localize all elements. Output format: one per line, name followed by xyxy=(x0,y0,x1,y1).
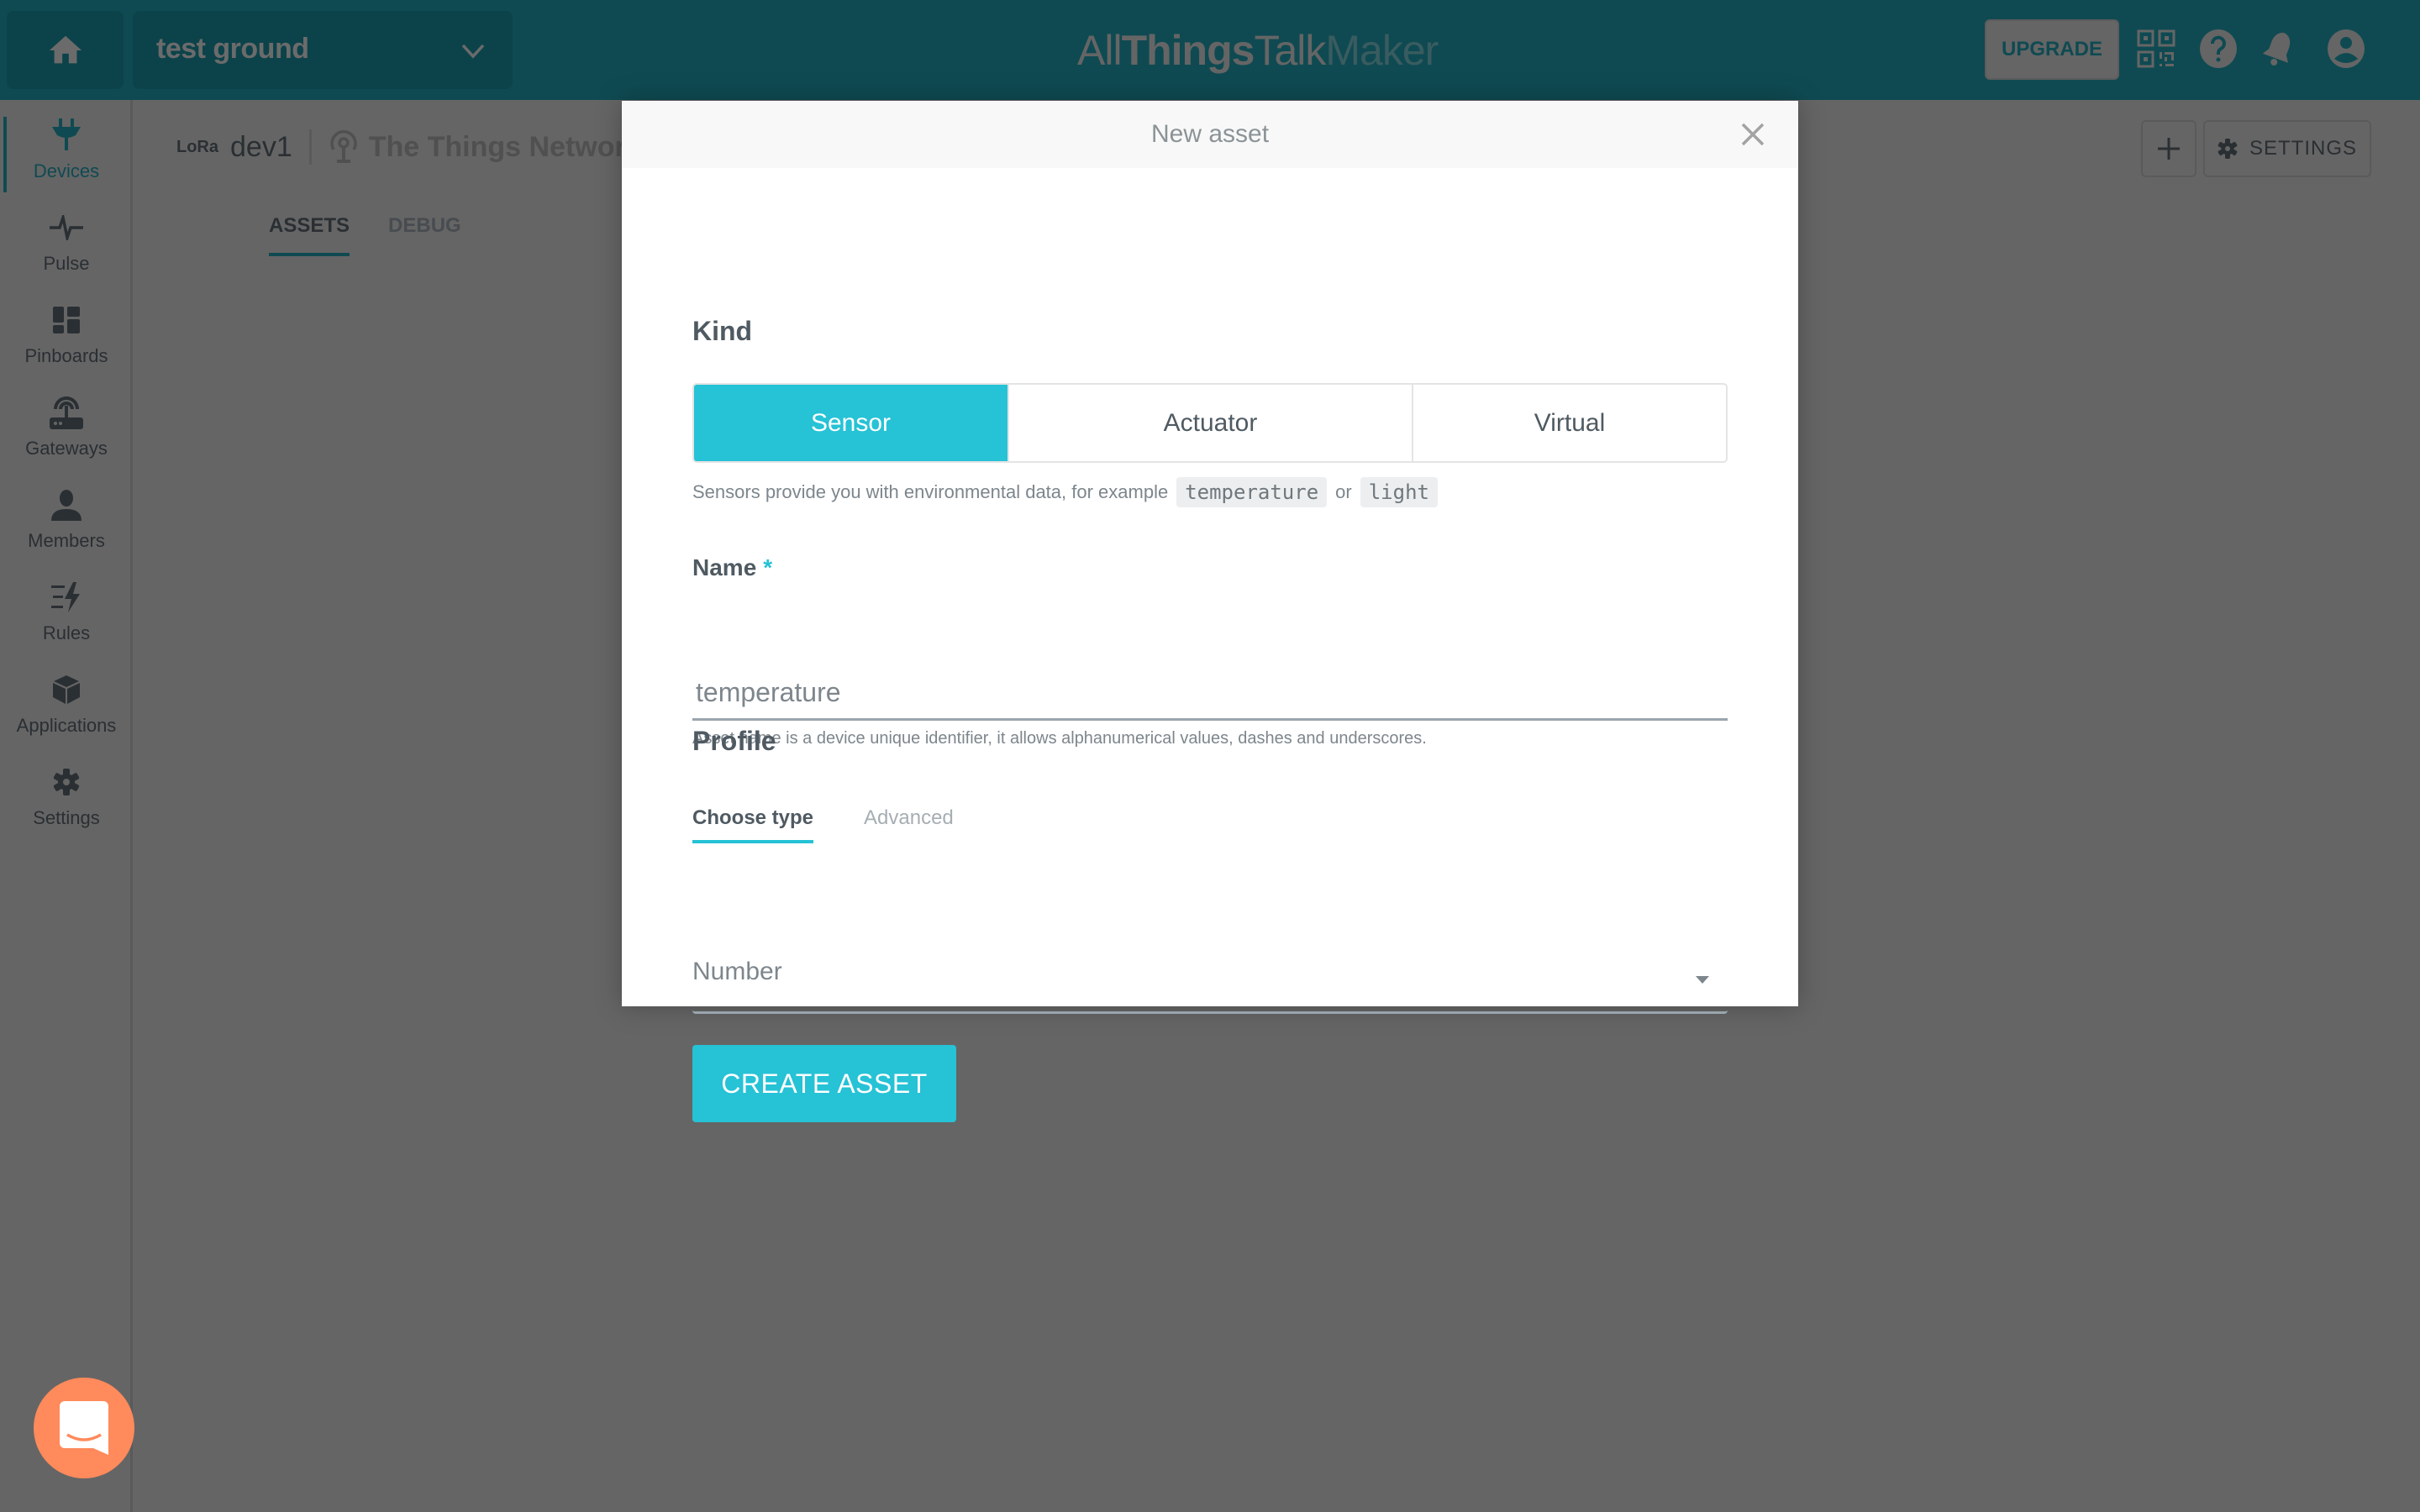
required-indicator: * xyxy=(763,554,773,580)
sidebar-item-label: Pinboards xyxy=(24,345,108,366)
tab-assets[interactable]: ASSETS xyxy=(269,214,350,256)
gear-icon xyxy=(53,769,80,795)
logo-part-maker: Maker xyxy=(1325,27,1439,74)
dialog-header: New asset xyxy=(622,101,1798,168)
dashboard-icon xyxy=(53,307,80,333)
bell-icon[interactable] xyxy=(2259,29,2299,69)
workspace-name: test ground xyxy=(156,33,309,65)
tab-choose-type[interactable]: Choose type xyxy=(692,806,814,843)
kind-helper-or: or xyxy=(1335,481,1352,502)
rules-bolt-icon xyxy=(51,582,80,612)
caret-down-icon xyxy=(1696,976,1709,984)
help-icon[interactable] xyxy=(2198,29,2238,69)
logo-part-all: All xyxy=(1077,27,1123,74)
kind-option-virtual[interactable]: Virtual xyxy=(1412,385,1726,461)
name-helper-text: Asset name is a device unique identifier… xyxy=(692,729,1427,748)
home-button[interactable] xyxy=(7,11,124,89)
sidebar-item-label: Rules xyxy=(42,622,91,643)
profile-type-select[interactable]: Number xyxy=(692,939,1728,1014)
add-button[interactable] xyxy=(2141,120,2196,177)
chevron-down-icon xyxy=(461,44,485,59)
sidebar-item-settings[interactable]: Settings xyxy=(0,755,133,839)
sidebar-item-devices[interactable]: Devices xyxy=(0,108,133,192)
header-divider xyxy=(308,129,312,165)
sidebar-item-label: Pulse xyxy=(43,253,90,274)
sidebar-item-label: Gateways xyxy=(25,438,108,459)
device-tabs: ASSETS DEBUG xyxy=(269,214,461,256)
plug-icon xyxy=(52,118,81,150)
new-asset-dialog: New asset Kind Sensor Actuator Virtual S… xyxy=(622,101,1798,1122)
kind-helper-prefix: Sensors provide you with environmental d… xyxy=(692,481,1169,502)
sidebar-item-rules[interactable]: Rules xyxy=(0,570,133,654)
sidebar-item-applications[interactable]: Applications xyxy=(0,663,133,747)
kind-selector: Sensor Actuator Virtual xyxy=(692,383,1728,463)
tab-advanced[interactable]: Advanced xyxy=(864,806,954,843)
sidebar-item-members[interactable]: Members xyxy=(0,478,133,562)
plus-icon xyxy=(2158,138,2180,160)
example-code-chip: temperature xyxy=(1176,477,1328,507)
gear-icon xyxy=(2217,139,2238,159)
name-label: Name * xyxy=(692,554,772,581)
sidebar-item-pulse[interactable]: Pulse xyxy=(0,201,133,285)
kind-title: Kind xyxy=(692,316,753,346)
settings-label: SETTINGS xyxy=(2249,137,2357,160)
close-icon[interactable] xyxy=(1738,119,1768,150)
asset-name-input[interactable] xyxy=(692,667,1728,721)
account-icon[interactable] xyxy=(2326,29,2366,69)
home-icon xyxy=(49,35,82,63)
sidebar-item-label: Devices xyxy=(33,160,100,181)
sidebar-item-label: Members xyxy=(28,530,105,551)
workspace-selector[interactable]: test ground xyxy=(133,11,513,89)
example-code-chip: light xyxy=(1360,477,1438,507)
name-label-text: Name xyxy=(692,554,757,580)
pulse-icon xyxy=(50,215,83,240)
cube-icon xyxy=(53,675,80,704)
profile-tabs: Choose type Advanced xyxy=(692,806,954,843)
kind-helper-text: Sensors provide you with environmental d… xyxy=(692,477,1446,507)
lora-badge: LoRa xyxy=(176,137,218,156)
app-logo: AllThingsTalkMaker xyxy=(1077,25,1439,76)
top-bar: test ground AllThingsTalkMaker UPGRADE xyxy=(0,0,2420,100)
device-name: dev1 xyxy=(230,130,292,163)
chat-launcher-button[interactable] xyxy=(34,1378,134,1478)
tab-debug[interactable]: DEBUG xyxy=(388,214,461,256)
kind-option-sensor[interactable]: Sensor xyxy=(694,385,1007,461)
antenna-icon xyxy=(330,130,357,163)
logo-part-things: Things xyxy=(1121,27,1255,74)
profile-type-value: Number xyxy=(692,958,782,985)
network-name: The Things Network xyxy=(368,130,642,163)
create-asset-button[interactable]: CREATE ASSET xyxy=(692,1045,956,1122)
profile-title: Profile xyxy=(692,726,776,756)
dialog-title: New asset xyxy=(1150,120,1270,148)
sidebar-item-gateways[interactable]: Gateways xyxy=(0,386,133,470)
device-header: LoRa dev1 The Things Network xyxy=(176,126,642,168)
sidebar-item-label: Settings xyxy=(33,807,100,828)
qr-code-icon[interactable] xyxy=(2136,29,2176,69)
logo-part-talk: Talk xyxy=(1254,27,1326,74)
router-icon xyxy=(50,396,83,429)
kind-option-actuator[interactable]: Actuator xyxy=(1007,385,1412,461)
device-settings-button[interactable]: SETTINGS xyxy=(2203,120,2371,177)
user-icon xyxy=(51,490,82,521)
sidebar-item-label: Applications xyxy=(16,715,117,736)
active-indicator xyxy=(3,117,7,192)
upgrade-button[interactable]: UPGRADE xyxy=(1985,19,2119,80)
chat-icon xyxy=(60,1401,108,1455)
sidebar: Devices Pulse Pinboards Gateways Members… xyxy=(0,100,133,1512)
sidebar-item-pinboards[interactable]: Pinboards xyxy=(0,293,133,377)
